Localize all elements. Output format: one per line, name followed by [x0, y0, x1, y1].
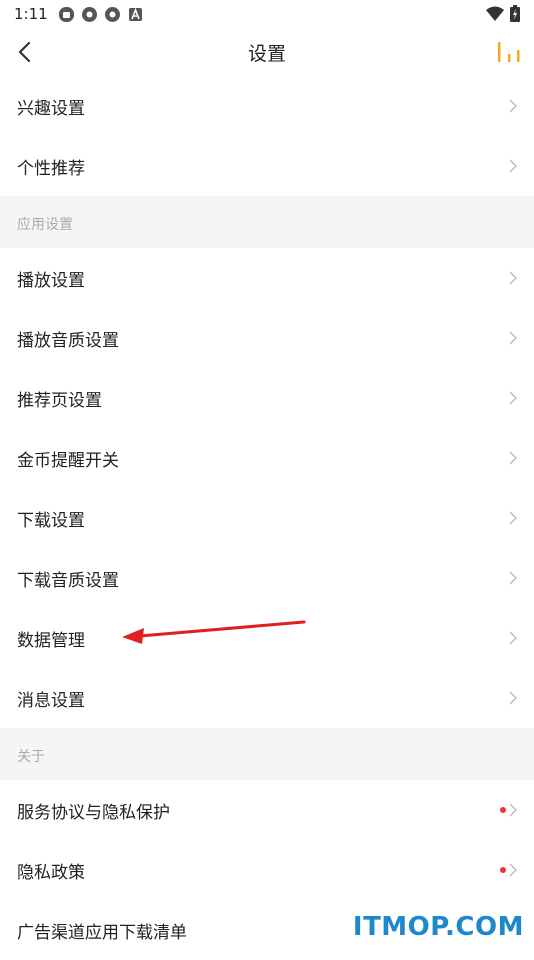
row-playback-quality[interactable]: 播放音质设置	[0, 308, 534, 368]
row-coin-reminder[interactable]: 金币提醒开关	[0, 428, 534, 488]
row-playback-settings[interactable]: 播放设置	[0, 248, 534, 308]
chevron-right-icon	[509, 331, 518, 345]
row-privacy-policy[interactable]: 隐私政策	[0, 840, 534, 900]
section-header-about: 关于	[0, 728, 534, 780]
row-personal-recommend[interactable]: 个性推荐	[0, 136, 534, 196]
row-label: 播放设置	[17, 270, 85, 291]
row-interest-settings[interactable]: 兴趣设置	[0, 76, 534, 136]
row-label: 服务协议与隐私保护	[17, 802, 170, 823]
status-system-icons	[486, 5, 520, 22]
chevron-right-icon	[509, 451, 518, 465]
row-download-quality[interactable]: 下载音质设置	[0, 548, 534, 608]
battery-icon	[510, 5, 520, 22]
a-notification-icon	[129, 7, 142, 21]
section-label: 应用设置	[17, 217, 73, 233]
chevron-right-icon	[509, 511, 518, 525]
chevron-right-icon	[509, 159, 518, 173]
audio-bars-icon[interactable]	[496, 40, 522, 64]
chevron-right-icon	[509, 271, 518, 285]
red-dot-badge	[500, 807, 506, 813]
row-label: 下载设置	[17, 510, 85, 531]
row-label: 隐私政策	[17, 862, 85, 883]
row-label: 数据管理	[17, 630, 85, 651]
row-label: 兴趣设置	[17, 98, 85, 119]
chevron-right-icon	[509, 691, 518, 705]
row-recommend-page-settings[interactable]: 推荐页设置	[0, 368, 534, 428]
section-header-app: 应用设置	[0, 196, 534, 248]
chevron-right-icon	[509, 391, 518, 405]
page-title: 设置	[247, 43, 286, 65]
annotation-arrow-icon	[122, 620, 306, 644]
status-time: 1:11	[14, 5, 48, 23]
aperture-notification-icon-2	[105, 7, 120, 22]
row-service-agreement[interactable]: 服务协议与隐私保护	[0, 780, 534, 840]
chevron-right-icon	[509, 631, 518, 645]
row-label: 消息设置	[17, 690, 85, 711]
chevron-right-icon	[509, 571, 518, 585]
wifi-icon	[486, 6, 504, 21]
row-label: 下载音质设置	[17, 570, 119, 591]
row-download-settings[interactable]: 下载设置	[0, 488, 534, 548]
status-notification-icons	[58, 6, 144, 23]
watermark-text: ITMOP.COM	[352, 912, 524, 942]
nav-bar: 设置	[0, 28, 534, 77]
row-label: 播放音质设置	[17, 330, 119, 351]
status-bar: 1:11	[0, 0, 534, 28]
chevron-right-icon	[509, 863, 518, 877]
section-label: 关于	[17, 749, 45, 765]
chevron-right-icon	[509, 803, 518, 817]
row-label: 金币提醒开关	[17, 450, 119, 471]
chevron-right-icon	[509, 99, 518, 113]
red-dot-badge	[500, 867, 506, 873]
row-label: 广告渠道应用下载清单	[17, 922, 187, 943]
row-label: 个性推荐	[17, 158, 85, 179]
app-notification-icon	[59, 7, 74, 22]
row-message-settings[interactable]: 消息设置	[0, 668, 534, 728]
settings-list: 兴趣设置 个性推荐 应用设置 播放设置 播放音质设置 推荐页设置 金币提醒开关 …	[0, 76, 534, 960]
row-label: 推荐页设置	[17, 390, 102, 411]
aperture-notification-icon	[82, 7, 97, 22]
